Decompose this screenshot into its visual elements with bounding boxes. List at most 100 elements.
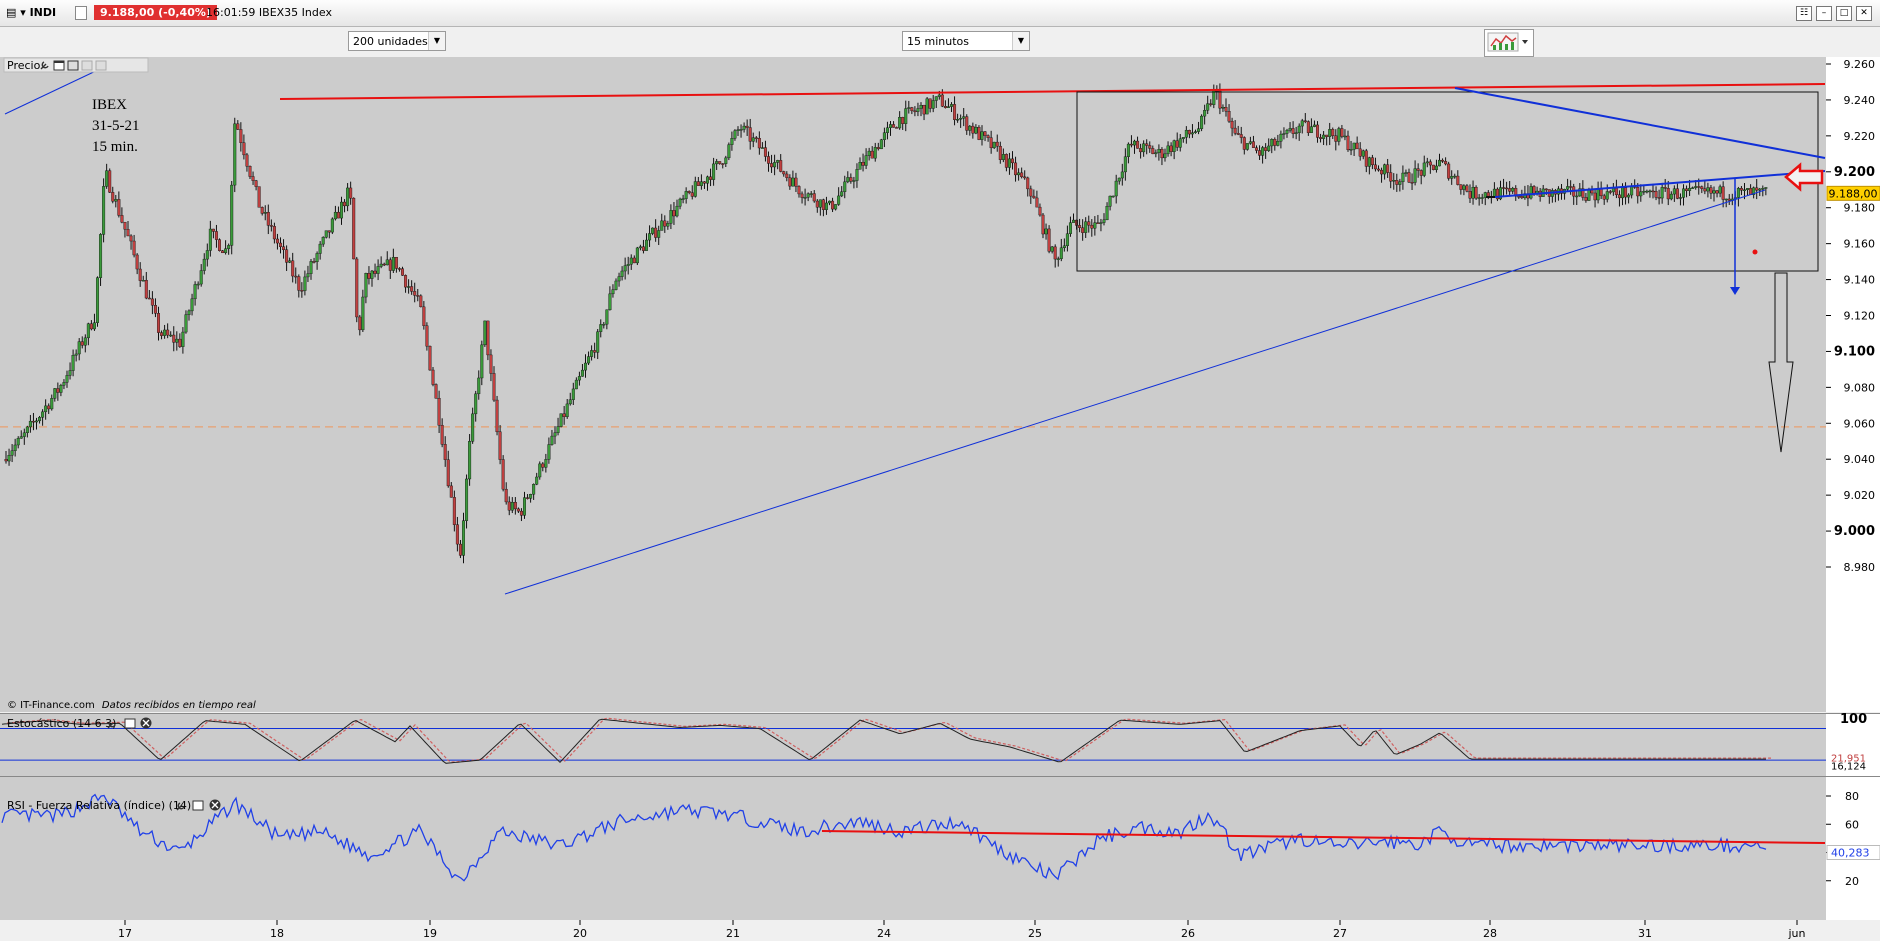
candle-body: [352, 197, 356, 260]
candle-body: [1105, 206, 1109, 221]
instrument-label: IBEX35 Index: [258, 6, 332, 19]
candle-body: [733, 130, 737, 139]
candle-body: [568, 399, 572, 405]
candle-body: [105, 170, 109, 187]
candle-body: [709, 176, 713, 180]
candle-body: [876, 147, 880, 150]
candle-body: [1389, 172, 1393, 182]
units-select[interactable]: 200 unidades ▼: [348, 31, 446, 51]
candle-body: [1401, 172, 1405, 183]
candle-body: [1312, 124, 1316, 127]
quote-icon[interactable]: [75, 6, 87, 20]
maximize-icon[interactable]: □: [1836, 6, 1852, 21]
candle-body: [138, 268, 142, 281]
candle-body: [1654, 191, 1658, 198]
chart-type-button[interactable]: [1484, 29, 1534, 57]
candle-body: [943, 106, 947, 108]
candle-body: [294, 275, 298, 278]
candle-body: [358, 316, 362, 331]
candle-body: [129, 235, 133, 242]
candle-body: [998, 145, 1002, 160]
candle-body: [727, 144, 731, 159]
price-panel-header: Precio: [3, 57, 149, 73]
last-price-label: 9.188,00: [1829, 187, 1878, 200]
stochastic-panel[interactable]: [0, 714, 1826, 776]
candle-body: [1383, 164, 1387, 175]
add-icon[interactable]: [67, 60, 79, 71]
candle-body: [211, 228, 215, 232]
candle-body: [1617, 194, 1621, 199]
candle-body: [1187, 129, 1191, 135]
candle-body: [767, 156, 771, 164]
price-axis-label: 9.000: [1834, 524, 1875, 539]
candle-body: [757, 138, 761, 149]
window-icon[interactable]: [124, 718, 136, 729]
candle-body: [950, 104, 954, 107]
price-panel[interactable]: [0, 57, 1826, 712]
candle-body: [1620, 187, 1624, 199]
candle-body: [108, 170, 112, 193]
rsi-panel[interactable]: [0, 777, 1826, 920]
candle-body: [782, 171, 786, 175]
candle-body: [632, 257, 636, 264]
candle-body: [498, 431, 502, 460]
candle-body: [404, 275, 408, 288]
candle-body: [1669, 193, 1673, 200]
candle-body: [574, 379, 578, 390]
candle-body: [663, 220, 667, 227]
candle-body: [202, 258, 206, 271]
footer-source: © IT-Finance.com Datos recibidos en tiem…: [7, 700, 256, 711]
close-icon[interactable]: ✕: [1856, 6, 1872, 21]
chevron-down-icon[interactable]: ▼: [1012, 32, 1029, 50]
rsi-axis-label: 20: [1845, 875, 1859, 888]
candle-body: [1038, 206, 1042, 216]
candle-body: [1004, 154, 1008, 168]
candle-body: [1267, 145, 1271, 151]
candle-body: [1453, 175, 1457, 178]
candle-body: [336, 211, 340, 219]
candle-body: [1059, 247, 1063, 259]
menu-icon[interactable]: ☷: [1796, 6, 1812, 21]
symbol-label: INDI: [29, 6, 57, 19]
candle-body: [1700, 186, 1704, 189]
candle-body: [1648, 190, 1652, 193]
candle-body: [224, 248, 228, 254]
candle-body: [815, 200, 819, 208]
copy-icon[interactable]: [81, 60, 93, 71]
candle-body: [1386, 164, 1390, 173]
paste-icon[interactable]: [95, 60, 107, 71]
candle-body: [462, 520, 466, 556]
candle-body: [526, 497, 530, 499]
candle-body: [928, 98, 932, 109]
candle-body: [1221, 107, 1225, 109]
candle-body: [291, 260, 295, 277]
window-icon[interactable]: [192, 800, 204, 811]
candle-body: [1276, 141, 1280, 146]
candle-body: [1172, 140, 1176, 152]
candle-body: [1703, 188, 1707, 192]
candle-body: [818, 199, 822, 208]
price-axis-label: 9.160: [1844, 238, 1876, 251]
candle-body: [1569, 186, 1573, 188]
candle-body: [449, 485, 453, 498]
chart-canvas[interactable]: 9.260 9.240 9.220 9.200 9.180 9.160 9.140 9.120…: [0, 57, 1880, 941]
candle-body: [1462, 185, 1466, 190]
candle-body: [831, 200, 835, 210]
candle-body: [1334, 135, 1338, 142]
interval-select[interactable]: 15 minutos ▼: [902, 31, 1030, 51]
symbol-menu[interactable]: ▤ ▾ INDI: [6, 6, 56, 19]
candle-body: [995, 141, 999, 147]
minimize-icon[interactable]: –: [1816, 6, 1832, 21]
annotation-line1: IBEX: [92, 97, 127, 113]
chevron-down-icon[interactable]: ▼: [428, 32, 445, 50]
candle-body: [1764, 187, 1768, 189]
price-panel-label: Precio: [7, 59, 41, 72]
candle-body: [275, 238, 279, 244]
candle-body: [864, 155, 868, 166]
candle-body: [937, 94, 941, 97]
candle-body: [318, 243, 322, 254]
candle-body: [25, 426, 29, 434]
candle-body: [513, 501, 517, 510]
candle-body: [1071, 219, 1075, 223]
candle-body: [1331, 129, 1335, 136]
